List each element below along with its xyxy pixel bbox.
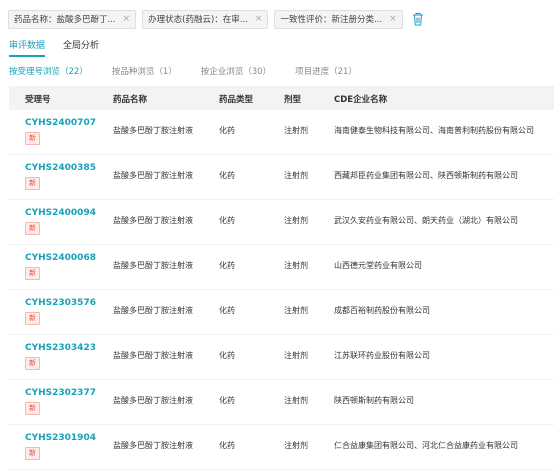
column-header-company: CDE企业名称 [334, 95, 388, 105]
drug-name-cell: 盐酸多巴酚丁胺注射液 [113, 441, 193, 450]
table-row[interactable]: CYHS2303576 新 盐酸多巴酚丁胺注射液 化药 注射剂 成都百裕制药股份有限公司 [9, 290, 554, 335]
tab-by-company[interactable]: 按企业浏览（30） [201, 65, 271, 77]
filter-chip-label: 一致性评价：新注册分类... [280, 15, 383, 25]
table-row[interactable]: CYHS2400707 新 盐酸多巴酚丁胺注射液 化药 注射剂 海南健泰生物科技有限公司、… [9, 110, 554, 155]
table-row[interactable]: CYHS2303423 新 盐酸多巴酚丁胺注射液 化药 注射剂 江苏联环药业股份有限公司 [9, 335, 554, 380]
new-badge: 新 [25, 402, 40, 415]
filter-bar: 药品名称：盐酸多巴酚丁... × 办理状态(药融云)：在审... × 一致性评价… [8, 9, 424, 29]
company-cell: 仁合益康集团有限公司、河北仁合益康药业有限公司 [334, 441, 518, 450]
drug-type-cell: 化药 [219, 351, 235, 360]
acceptance-number-link[interactable]: CYHS2303576 [25, 298, 96, 308]
acceptance-number-link[interactable]: CYHS2400094 [25, 208, 96, 218]
column-header-drug-type: 药品类型 [219, 95, 254, 105]
dosage-form-cell: 注射剂 [284, 261, 308, 270]
close-icon[interactable]: × [389, 14, 397, 24]
acceptance-number-link[interactable]: CYHS2400385 [25, 163, 96, 173]
column-header-dosage-form: 剂型 [284, 95, 302, 105]
dosage-form-cell: 注射剂 [284, 396, 308, 405]
filter-chip-status[interactable]: 办理状态(药融云)：在审... × [142, 9, 269, 29]
filter-chip-consistency[interactable]: 一致性评价：新注册分类... × [274, 9, 403, 29]
table-row[interactable]: CYHS2400385 新 盐酸多巴酚丁胺注射液 化药 注射剂 西藏邦臣药业集团有限公司、… [9, 155, 554, 200]
close-icon[interactable]: × [255, 14, 263, 24]
table-row[interactable]: CYHS2302377 新 盐酸多巴酚丁胺注射液 化药 注射剂 陕西顿斯制药有限公司 [9, 380, 554, 425]
new-badge: 新 [25, 357, 40, 370]
dosage-form-cell: 注射剂 [284, 351, 308, 360]
filter-chip-label: 药品名称：盐酸多巴酚丁... [14, 15, 116, 25]
company-cell: 山西德元堂药业有限公司 [334, 261, 422, 270]
dosage-form-cell: 注射剂 [284, 306, 308, 315]
new-badge: 新 [25, 447, 40, 460]
company-cell: 江苏联环药业股份有限公司 [334, 351, 430, 360]
drug-name-cell: 盐酸多巴酚丁胺注射液 [113, 351, 193, 360]
trash-icon[interactable] [412, 12, 424, 26]
tab-review-data[interactable]: 审评数据 [9, 38, 46, 57]
acceptance-number-link[interactable]: CYHS2400068 [25, 253, 96, 263]
column-header-drug-name: 药品名称 [113, 95, 148, 105]
new-badge: 新 [25, 267, 40, 280]
tab-by-acceptance-no[interactable]: 按受理号浏览（22） [9, 65, 88, 77]
drug-type-cell: 化药 [219, 126, 235, 135]
acceptance-number-link[interactable]: CYHS2303423 [25, 343, 96, 353]
acceptance-number-link[interactable]: CYHS2302377 [25, 388, 96, 398]
table-row[interactable]: CYHS2301904 新 盐酸多巴酚丁胺注射液 化药 注射剂 仁合益康集团有限公司、河北… [9, 425, 554, 470]
dosage-form-cell: 注射剂 [284, 441, 308, 450]
new-badge: 新 [25, 312, 40, 325]
company-cell: 西藏邦臣药业集团有限公司、陕西顿斯制药有限公司 [334, 171, 518, 180]
close-icon[interactable]: × [123, 14, 131, 24]
column-header-acceptance-no: 受理号 [25, 95, 51, 105]
filter-chip-label: 办理状态(药融云)：在审... [148, 15, 248, 25]
tab-global-analysis[interactable]: 全局分析 [63, 38, 99, 57]
company-cell: 海南健泰生物科技有限公司、海南普利制药股份有限公司 [334, 126, 534, 135]
drug-type-cell: 化药 [219, 171, 235, 180]
tab-project-progress[interactable]: 项目进度（21） [295, 65, 357, 77]
drug-name-cell: 盐酸多巴酚丁胺注射液 [113, 171, 193, 180]
drug-name-cell: 盐酸多巴酚丁胺注射液 [113, 216, 193, 225]
company-cell: 成都百裕制药股份有限公司 [334, 306, 430, 315]
drug-type-cell: 化药 [219, 441, 235, 450]
acceptance-number-link[interactable]: CYHS2400707 [25, 118, 96, 128]
drug-name-cell: 盐酸多巴酚丁胺注射液 [113, 261, 193, 270]
drug-type-cell: 化药 [219, 396, 235, 405]
tab-by-variety[interactable]: 按品种浏览（1） [112, 65, 177, 77]
drug-type-cell: 化药 [219, 306, 235, 315]
company-cell: 陕西顿斯制药有限公司 [334, 396, 414, 405]
dosage-form-cell: 注射剂 [284, 171, 308, 180]
new-badge: 新 [25, 132, 40, 145]
sub-tabs: 按受理号浏览（22） 按品种浏览（1） 按企业浏览（30） 项目进度（21） [9, 65, 381, 77]
main-tabs: 审评数据 全局分析 [9, 38, 117, 57]
new-badge: 新 [25, 222, 40, 235]
drug-name-cell: 盐酸多巴酚丁胺注射液 [113, 306, 193, 315]
dosage-form-cell: 注射剂 [284, 126, 308, 135]
filter-chip-drug-name[interactable]: 药品名称：盐酸多巴酚丁... × [8, 9, 137, 29]
drug-name-cell: 盐酸多巴酚丁胺注射液 [113, 126, 193, 135]
dosage-form-cell: 注射剂 [284, 216, 308, 225]
table-row[interactable]: CYHS2400068 新 盐酸多巴酚丁胺注射液 化药 注射剂 山西德元堂药业有限公司 [9, 245, 554, 290]
table-header: 受理号 药品名称 药品类型 剂型 CDE企业名称 [9, 86, 554, 110]
company-cell: 武汉久安药业有限公司、朗天药业（湖北）有限公司 [334, 216, 518, 225]
table-row[interactable]: CYHS2400094 新 盐酸多巴酚丁胺注射液 化药 注射剂 武汉久安药业有限公司、朗天… [9, 200, 554, 245]
acceptance-number-link[interactable]: CYHS2301904 [25, 433, 96, 443]
drug-type-cell: 化药 [219, 261, 235, 270]
drug-name-cell: 盐酸多巴酚丁胺注射液 [113, 396, 193, 405]
drug-type-cell: 化药 [219, 216, 235, 225]
new-badge: 新 [25, 177, 40, 190]
